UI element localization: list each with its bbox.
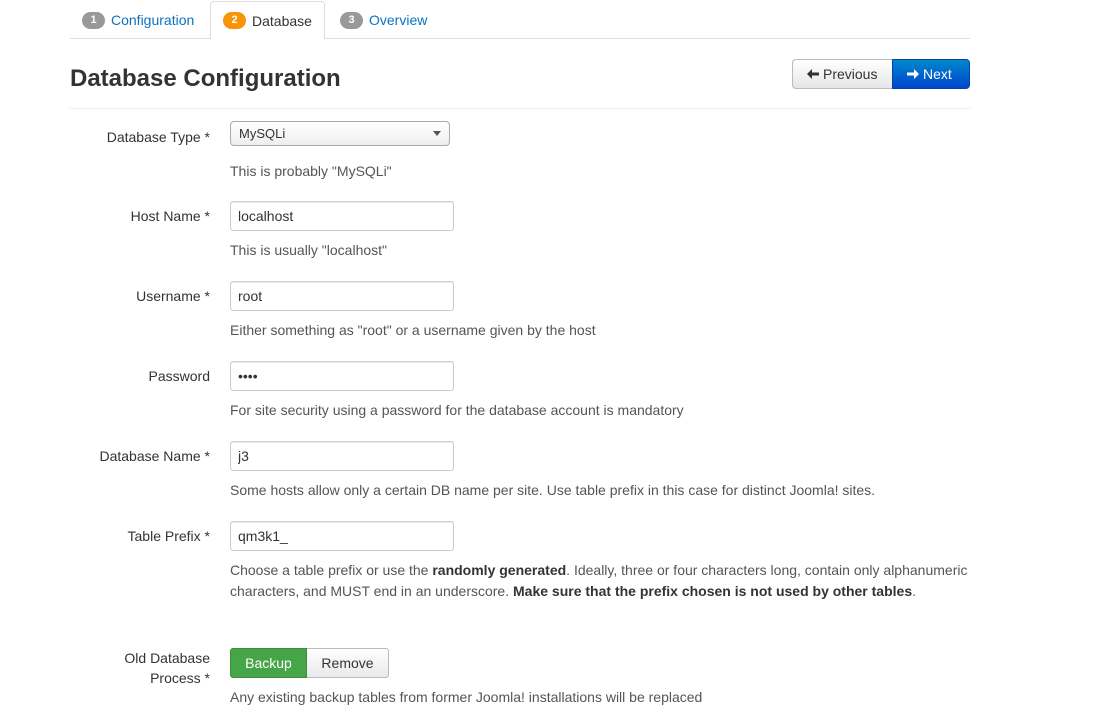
host-name-help: This is usually "localhost" xyxy=(230,242,388,258)
username-help: Either something as "root" or a username… xyxy=(230,322,596,338)
header-divider xyxy=(70,108,970,109)
password-input[interactable] xyxy=(230,361,454,391)
database-name-label: Database Name * xyxy=(99,448,210,464)
tab-database[interactable]: 2 Database xyxy=(210,1,325,40)
database-type-label: Database Type * xyxy=(106,129,210,145)
chevron-down-icon xyxy=(433,131,441,136)
page-title: Database Configuration xyxy=(70,65,341,92)
username-label: Username * xyxy=(136,288,210,304)
remove-button[interactable]: Remove xyxy=(307,648,389,678)
old-database-toggle: Backup Remove xyxy=(230,648,389,678)
database-type-value: MySQLi xyxy=(239,126,286,141)
previous-label: Previous xyxy=(823,66,878,82)
password-label: Password xyxy=(148,368,210,384)
step-number-badge: 2 xyxy=(223,12,246,29)
label-line: Old Database xyxy=(124,650,210,666)
next-label: Next xyxy=(923,66,952,82)
database-type-select[interactable]: MySQLi xyxy=(230,121,450,146)
help-text: . xyxy=(912,582,917,599)
arrow-right-icon xyxy=(907,69,919,79)
backup-button[interactable]: Backup xyxy=(230,648,307,678)
next-button[interactable]: Next xyxy=(892,59,970,89)
label-line: Process * xyxy=(150,670,210,686)
table-prefix-label: Table Prefix * xyxy=(127,528,210,544)
previous-button[interactable]: Previous xyxy=(792,59,892,89)
host-name-input[interactable] xyxy=(230,201,454,231)
table-prefix-input[interactable] xyxy=(230,521,454,551)
arrow-left-icon xyxy=(807,69,819,79)
step-number-badge: 3 xyxy=(340,11,363,29)
tab-label: Configuration xyxy=(111,12,195,28)
tab-configuration[interactable]: 1 Configuration xyxy=(82,2,194,38)
step-number-badge: 1 xyxy=(82,11,105,29)
installer-page: 1 Configuration 2 Database 3 Overview Da… xyxy=(70,0,970,705)
username-input[interactable] xyxy=(230,281,454,311)
step-tabs: 1 Configuration 2 Database 3 Overview xyxy=(70,0,970,40)
database-name-input[interactable] xyxy=(230,441,454,471)
host-name-label: Host Name * xyxy=(130,208,210,224)
table-prefix-help: Choose a table prefix or use the randoml… xyxy=(230,560,970,601)
wizard-nav-buttons: Previous Next xyxy=(792,59,970,89)
old-database-label: Old Database Process * xyxy=(60,648,210,688)
database-type-help: This is probably "MySQLi" xyxy=(230,163,392,179)
old-database-help: Any existing backup tables from former J… xyxy=(230,689,703,705)
password-help: For site security using a password for t… xyxy=(230,402,684,418)
tab-overview[interactable]: 3 Overview xyxy=(340,2,427,38)
database-name-help: Some hosts allow only a certain DB name … xyxy=(230,482,876,498)
help-text: Choose a table prefix or use the xyxy=(230,562,433,578)
tab-label: Database xyxy=(252,12,312,29)
help-bold-text: Make sure that the prefix chosen is not … xyxy=(513,582,913,599)
help-bold-text: randomly generated xyxy=(432,562,567,578)
tab-label: Overview xyxy=(369,12,428,28)
